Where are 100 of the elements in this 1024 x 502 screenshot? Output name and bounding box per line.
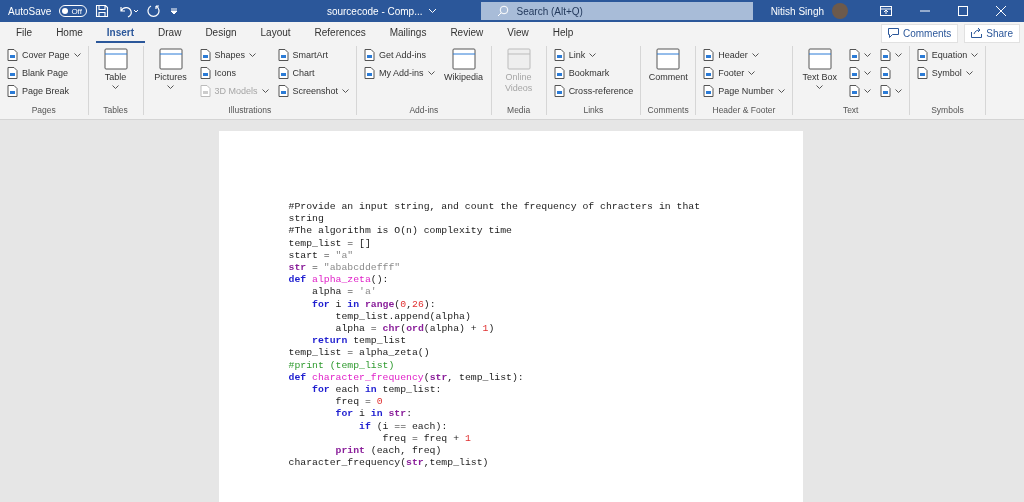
- page-icon: [848, 66, 860, 79]
- ribbon-tab[interactable]: References: [303, 23, 377, 43]
- comments-button[interactable]: Comments: [880, 23, 959, 43]
- ribbon-button[interactable]: Cover Page: [4, 46, 84, 63]
- redo-icon[interactable]: [146, 4, 161, 18]
- customize-icon[interactable]: [168, 6, 179, 16]
- page-icon: [703, 84, 715, 97]
- save-icon[interactable]: [94, 4, 109, 18]
- page-icon: [553, 84, 565, 97]
- group-label: Add-ins: [409, 105, 439, 115]
- ribbon-button[interactable]: Shapes: [196, 46, 272, 63]
- caret-icon: [863, 52, 871, 57]
- page-icon: [879, 66, 891, 79]
- caret-icon: [73, 52, 81, 57]
- ribbon-button[interactable]: Icons: [196, 64, 272, 81]
- ribbon-tab[interactable]: Design: [194, 23, 248, 43]
- ribbon-button[interactable]: SmartArt: [274, 46, 353, 63]
- code-line: freq = 0: [334, 396, 384, 409]
- ribbon-button[interactable]: My Add-ins: [361, 64, 438, 81]
- page-icon: [703, 66, 715, 79]
- group-label: Illustrations: [228, 105, 272, 115]
- ribbon-tab[interactable]: Review: [439, 23, 495, 43]
- caret-icon: [167, 85, 175, 89]
- share-button[interactable]: Share: [964, 23, 1020, 43]
- document-icon: [103, 48, 128, 70]
- caret-icon: [261, 88, 269, 93]
- document-icon: [506, 48, 531, 70]
- caret-icon: [894, 88, 902, 93]
- ribbon-button[interactable]: Page Break: [4, 82, 84, 99]
- ribbon-button[interactable]: Text Box: [796, 46, 843, 91]
- page-icon: [553, 66, 565, 79]
- document-icon: [656, 48, 681, 70]
- caret-icon: [751, 52, 759, 57]
- group-label: Header & Footer: [712, 105, 776, 115]
- caret-icon: [971, 52, 979, 57]
- code-line: #The algorithm is O(n) complexity time: [288, 225, 513, 238]
- page-icon: [199, 66, 211, 79]
- ribbon-button[interactable]: Link: [550, 46, 637, 63]
- code-line: temp_list = []: [288, 237, 372, 250]
- ribbon-button[interactable]: Equation: [913, 46, 982, 63]
- ribbon-button[interactable]: Bookmark: [550, 64, 637, 81]
- ribbon-button[interactable]: Comment: [645, 46, 692, 85]
- group-label: Comments: [647, 105, 689, 115]
- caret-icon: [427, 70, 435, 75]
- page-icon: [916, 48, 928, 61]
- ribbon-button[interactable]: Header: [700, 46, 788, 63]
- page-icon: [7, 66, 18, 79]
- code-line: alpha = 'a': [311, 286, 378, 299]
- page-icon: [277, 66, 289, 79]
- ribbon-tab[interactable]: Draw: [147, 23, 193, 43]
- group-label: Media: [507, 105, 531, 115]
- page-icon: [364, 48, 376, 61]
- ribbon-button[interactable]: Cross-reference: [550, 82, 637, 99]
- speech-bubble-icon: [887, 28, 899, 38]
- caret-icon: [777, 88, 785, 93]
- ribbon-button[interactable]: Table: [92, 46, 139, 91]
- group-label: Pages: [31, 105, 56, 115]
- ribbon-button[interactable]: Get Add-ins: [361, 46, 438, 63]
- ribbon-button[interactable]: Symbol: [913, 64, 982, 81]
- document-icon: [807, 48, 832, 70]
- ribbon-tab[interactable]: Layout: [249, 23, 302, 43]
- ribbon-tab[interactable]: Home: [45, 23, 94, 43]
- caret-icon: [816, 85, 824, 89]
- caret-icon: [112, 85, 120, 89]
- ribbon-button[interactable]: Chart: [274, 64, 353, 81]
- ribbon-button[interactable]: Blank Page: [4, 64, 84, 81]
- maximize-icon[interactable]: [958, 6, 968, 16]
- code-line: alpha = chr(ord(alpha) + 1): [334, 323, 496, 336]
- autosave-label: AutoSave: [8, 5, 52, 17]
- caret-icon: [894, 52, 902, 57]
- page-icon: [199, 84, 211, 97]
- search-field[interactable]: Search (Alt+Q): [480, 2, 753, 20]
- page-icon: [703, 48, 715, 61]
- caret-icon: [965, 70, 973, 75]
- ribbon-tab[interactable]: View: [496, 23, 540, 43]
- user-name: Nitish Singh: [770, 5, 824, 17]
- ribbon-tab[interactable]: File: [5, 23, 44, 43]
- document-title[interactable]: sourcecode - Comp...: [326, 5, 423, 17]
- ribbon-button[interactable]: Pictures: [147, 46, 194, 91]
- ribbon-button[interactable]: Page Number: [700, 82, 788, 99]
- page-icon: [553, 48, 565, 61]
- code-line: print (each, freq): [334, 445, 443, 458]
- code-line: start = "a": [288, 249, 355, 262]
- ribbon-tab[interactable]: Mailings: [378, 23, 438, 43]
- page-icon: [879, 48, 891, 61]
- ribbon-tab[interactable]: Help: [541, 23, 585, 43]
- caret-icon: [863, 70, 871, 75]
- close-icon[interactable]: [996, 6, 1006, 16]
- page-icon: [199, 48, 211, 61]
- group-label: Text: [842, 105, 859, 115]
- code-line: temp_list = alpha_zeta(): [288, 347, 431, 360]
- chevron-icon[interactable]: [427, 8, 437, 14]
- ribbon-button[interactable]: Wikipedia: [440, 46, 487, 85]
- ribbon-button[interactable]: Screenshot: [274, 82, 353, 99]
- ribbon-button[interactable]: Footer: [700, 64, 788, 81]
- ribbon-tab[interactable]: Insert: [95, 23, 146, 43]
- caret-icon: [748, 70, 756, 75]
- ribbon-display-icon[interactable]: [880, 6, 892, 16]
- code-line: #Provide an input string, and count the frequency of chracters in that string: [288, 201, 702, 226]
- page-icon: [364, 66, 376, 79]
